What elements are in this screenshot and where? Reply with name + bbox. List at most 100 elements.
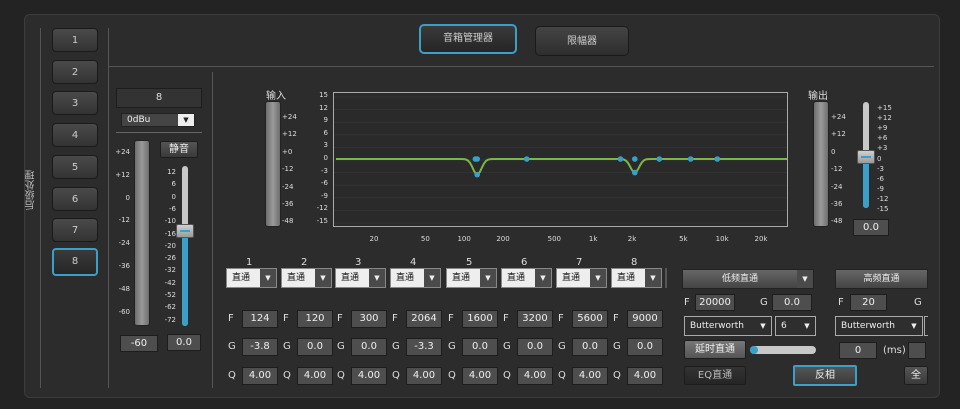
lowpass-order-select[interactable]: 6 ▼ xyxy=(775,316,816,336)
band-type-select-2[interactable]: 直通 ▼ xyxy=(281,268,332,288)
output-fader-value[interactable]: 0.0 xyxy=(853,219,889,236)
output-fader-thumb[interactable] xyxy=(857,150,875,164)
fader-tick: -62 xyxy=(164,303,176,312)
band-f-field-1[interactable]: 124 xyxy=(242,310,278,328)
band-type-select-7[interactable]: 直通 ▼ xyxy=(556,268,607,288)
invert-phase-button[interactable]: 反相 xyxy=(793,365,857,386)
graph-y-tick: 3 xyxy=(323,141,328,150)
band-f-field-2[interactable]: 120 xyxy=(297,310,333,328)
eq-band-point-5[interactable] xyxy=(617,156,624,162)
eq-band-handle-4[interactable] xyxy=(632,156,638,162)
eq-band-point-8[interactable] xyxy=(714,156,721,162)
band-q-field-8[interactable]: 4.00 xyxy=(627,367,663,385)
eq-band-point-7[interactable] xyxy=(687,156,694,162)
eq-band-point-2[interactable] xyxy=(472,156,479,162)
unit-select[interactable]: 0dBu ▼ xyxy=(121,113,195,127)
band-g-field-5[interactable]: 0.0 xyxy=(462,338,498,356)
band-f-field-7[interactable]: 5600 xyxy=(572,310,608,328)
band-q-field-1[interactable]: 4.00 xyxy=(242,367,278,385)
band-type-value: 直通 xyxy=(617,273,636,283)
chevron-down-icon: ▼ xyxy=(424,269,440,287)
band-f-field-5[interactable]: 1600 xyxy=(462,310,498,328)
input-meter-tick: +0 xyxy=(282,147,293,156)
lowpass-gain[interactable]: 0.0 xyxy=(772,294,812,311)
lowpass-filter-select[interactable]: Butterworth ▼ xyxy=(684,316,772,336)
highpass-order-select-edge[interactable] xyxy=(924,316,928,336)
input-meter-tick: +12 xyxy=(282,130,297,139)
band-f-field-6[interactable]: 3200 xyxy=(517,310,553,328)
fader-tick: -6 xyxy=(169,204,176,213)
channel-button-7[interactable]: 7 xyxy=(52,218,98,243)
eq-band-point-4[interactable] xyxy=(632,169,638,176)
delay-slider-fill xyxy=(750,346,758,354)
band-type-select-5[interactable]: 直通 ▼ xyxy=(446,268,497,288)
side-label: 后级处理 xyxy=(26,170,37,210)
band-g-field-8[interactable]: 0.0 xyxy=(627,338,663,356)
band-q-field-5[interactable]: 4.00 xyxy=(462,367,498,385)
channel-button-4[interactable]: 4 xyxy=(52,123,98,148)
highpass-filter-value: Butterworth xyxy=(841,321,895,331)
band-g-label: G xyxy=(392,341,400,352)
delay-slider[interactable] xyxy=(750,346,816,354)
graph-x-tick: 100 xyxy=(457,235,471,243)
band-f-field-4[interactable]: 2064 xyxy=(406,310,442,328)
eq-band-point-1[interactable] xyxy=(474,171,480,178)
band-type-select-1[interactable]: 直通 ▼ xyxy=(226,268,277,288)
band-type-select-4[interactable]: 直通 ▼ xyxy=(390,268,441,288)
channel-button-2[interactable]: 2 xyxy=(52,59,98,84)
highpass-frequency[interactable]: 20 xyxy=(850,294,887,311)
channel-button-1[interactable]: 1 xyxy=(52,28,98,52)
delay-value[interactable]: 0 xyxy=(839,342,877,359)
band-f-field-3[interactable]: 300 xyxy=(351,310,387,328)
channel-button-5[interactable]: 5 xyxy=(52,154,98,179)
band-g-field-4[interactable]: -3.3 xyxy=(406,338,442,356)
band-type-select-3[interactable]: 直通 ▼ xyxy=(335,268,386,288)
tab-speaker-manager[interactable]: 音箱管理器 xyxy=(419,24,517,54)
eq-band-point-6[interactable] xyxy=(656,156,663,162)
band-q-label: Q xyxy=(337,370,345,381)
chevron-down-icon: ▼ xyxy=(369,269,385,287)
band-type-select-6[interactable]: 直通 ▼ xyxy=(501,268,552,288)
band-q-field-3[interactable]: 4.00 xyxy=(351,367,387,385)
channel-button-8[interactable]: 8 xyxy=(52,248,98,276)
eq-band-point-3[interactable] xyxy=(523,156,530,162)
band-g-field-1[interactable]: -3.8 xyxy=(242,338,278,356)
band-g-field-6[interactable]: 0.0 xyxy=(517,338,553,356)
graph-y-tick: -6 xyxy=(321,179,328,188)
graph-x-tick: 200 xyxy=(496,235,510,243)
all-button[interactable]: 全 xyxy=(904,366,928,385)
band-q-field-2[interactable]: 4.00 xyxy=(297,367,333,385)
band-g-field-3[interactable]: 0.0 xyxy=(351,338,387,356)
band-q-field-7[interactable]: 4.00 xyxy=(572,367,608,385)
channel-button-3[interactable]: 3 xyxy=(52,91,98,116)
band-g-field-2[interactable]: 0.0 xyxy=(297,338,333,356)
input-meter-tick: -36 xyxy=(282,200,294,208)
divider xyxy=(108,66,934,67)
output-label: 输出 xyxy=(808,91,828,102)
band-f-field-8[interactable]: 9000 xyxy=(627,310,663,328)
mute-button[interactable]: 静音 xyxy=(160,141,198,158)
graph-x-tick: 2k xyxy=(627,235,637,243)
eq-bypass-button[interactable]: EQ直通 xyxy=(684,366,746,385)
band-f-label: F xyxy=(558,313,564,324)
eq-response-graph[interactable] xyxy=(333,92,788,227)
lowpass-type-select[interactable]: 低频直通 ▼ xyxy=(682,269,814,289)
delay-extra-field[interactable] xyxy=(908,342,926,359)
band-q-field-6[interactable]: 4.00 xyxy=(517,367,553,385)
tab-limiter[interactable]: 限幅器 xyxy=(535,26,629,56)
channel-fader-thumb[interactable] xyxy=(176,224,194,238)
band-g-field-7[interactable]: 0.0 xyxy=(572,338,608,356)
band-type-select-8[interactable]: 直通 ▼ xyxy=(611,268,662,288)
delay-bypass-button[interactable]: 延时直通 xyxy=(684,340,746,359)
fader-tick: -16 xyxy=(164,229,176,238)
channel-button-6[interactable]: 6 xyxy=(52,186,98,211)
graph-y-tick: 12 xyxy=(319,103,328,112)
meter-tick: +24 xyxy=(115,148,130,156)
fader-value[interactable]: 0.0 xyxy=(167,334,201,351)
input-level-meter xyxy=(265,101,281,227)
lowpass-frequency[interactable]: 20000 xyxy=(695,294,735,311)
output-fader-tick: 0 xyxy=(877,154,882,163)
highpass-type-select[interactable]: 高频直通 xyxy=(835,269,928,289)
highpass-filter-select[interactable]: Butterworth ▼ xyxy=(835,316,923,336)
band-q-field-4[interactable]: 4.00 xyxy=(406,367,442,385)
